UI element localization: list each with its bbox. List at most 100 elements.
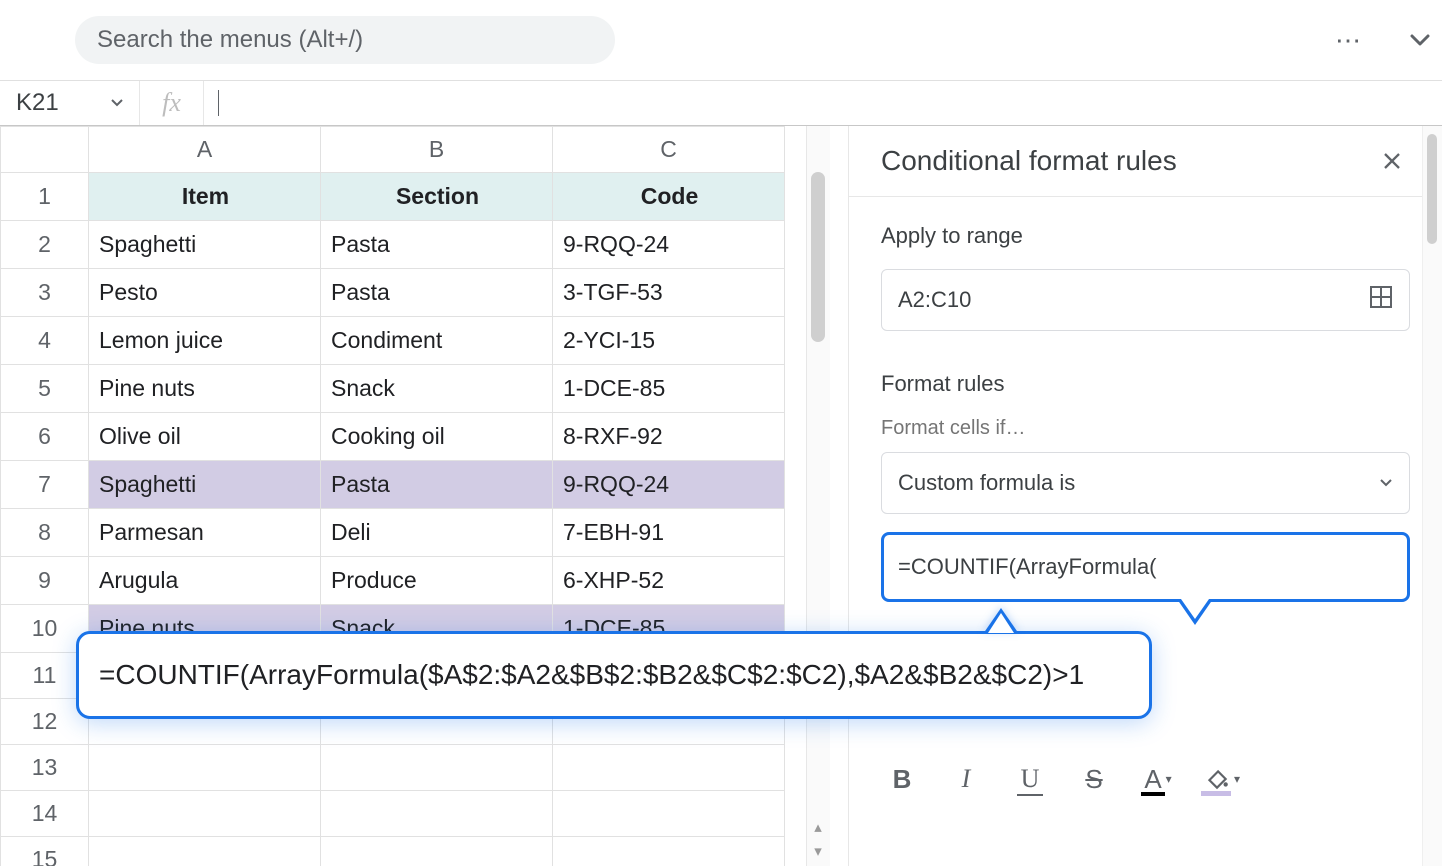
cell[interactable]: Deli (321, 509, 553, 557)
input-pointer (1177, 599, 1213, 625)
more-icon: ⋯ (1335, 25, 1361, 56)
condition-value: Custom formula is (898, 470, 1075, 496)
cell[interactable]: Snack (321, 365, 553, 413)
formula-full-text: =COUNTIF(ArrayFormula($A$2:$A2&$B$2:$B2&… (99, 659, 1084, 691)
apply-to-range-label: Apply to range (881, 223, 1410, 249)
row-header[interactable]: 13 (1, 745, 89, 791)
cell[interactable]: Pasta (321, 461, 553, 509)
cell[interactable] (321, 791, 553, 837)
table-row: 7SpaghettiPasta9-RQQ-24 (1, 461, 785, 509)
header-cell[interactable]: Item (89, 173, 321, 221)
scroll-down-icon[interactable]: ▾ (811, 842, 825, 860)
name-box-value: K21 (16, 89, 59, 117)
formatting-toolbar: B I U S A▾ ▾ (881, 752, 1410, 806)
cell[interactable]: Lemon juice (89, 317, 321, 365)
cell[interactable]: Pine nuts (89, 365, 321, 413)
text-color-button[interactable]: A▾ (1139, 760, 1177, 798)
fill-color-button[interactable]: ▾ (1203, 760, 1241, 798)
table-row: 4Lemon juiceCondiment2-YCI-15 (1, 317, 785, 365)
spreadsheet-grid[interactable]: ABC1ItemSectionCode2SpaghettiPasta9-RQQ-… (0, 126, 830, 866)
table-row: 8ParmesanDeli7-EBH-91 (1, 509, 785, 557)
cell[interactable] (89, 791, 321, 837)
row-header[interactable]: 5 (1, 365, 89, 413)
search-placeholder: Search the menus (Alt+/) (97, 26, 363, 54)
cell[interactable]: Spaghetti (89, 461, 321, 509)
conditional-format-sidebar: Conditional format rules Apply to range … (848, 126, 1442, 866)
cell[interactable] (89, 837, 321, 866)
cell[interactable]: Pasta (321, 269, 553, 317)
row-header[interactable]: 3 (1, 269, 89, 317)
cell[interactable]: Arugula (89, 557, 321, 605)
row-header[interactable]: 15 (1, 837, 89, 866)
condition-select[interactable]: Custom formula is (881, 452, 1410, 514)
cell[interactable]: Spaghetti (89, 221, 321, 269)
column-header[interactable]: A (89, 127, 321, 173)
table-row: 15 (1, 837, 785, 866)
close-sidebar-button[interactable] (1374, 143, 1410, 179)
italic-button[interactable]: I (947, 760, 985, 798)
row-header[interactable]: 7 (1, 461, 89, 509)
fx-label: fx (140, 81, 204, 125)
cell[interactable] (321, 745, 553, 791)
cell[interactable] (321, 837, 553, 866)
text-cursor (218, 90, 219, 116)
scroll-up-icon[interactable]: ▴ (811, 818, 825, 836)
sidebar-scrollbar[interactable] (1422, 126, 1442, 866)
cell[interactable]: 7-EBH-91 (553, 509, 785, 557)
format-cells-if-label: Format cells if… (881, 417, 1410, 440)
cell[interactable]: 9-RQQ-24 (553, 461, 785, 509)
more-menu-button[interactable]: ⋯ (1326, 18, 1370, 62)
scrollbar-thumb[interactable] (811, 172, 825, 342)
row-header[interactable]: 9 (1, 557, 89, 605)
cell[interactable]: 1-DCE-85 (553, 365, 785, 413)
cell[interactable]: Parmesan (89, 509, 321, 557)
header-cell[interactable]: Code (553, 173, 785, 221)
cell[interactable]: 3-TGF-53 (553, 269, 785, 317)
cell[interactable]: 6-XHP-52 (553, 557, 785, 605)
row-header[interactable]: 6 (1, 413, 89, 461)
row-header[interactable]: 1 (1, 173, 89, 221)
row-header[interactable]: 14 (1, 791, 89, 837)
cell[interactable]: Cooking oil (321, 413, 553, 461)
cell[interactable]: Pesto (89, 269, 321, 317)
cell[interactable]: Produce (321, 557, 553, 605)
cell[interactable]: Olive oil (89, 413, 321, 461)
underline-button[interactable]: U (1011, 760, 1049, 798)
cell[interactable]: 2-YCI-15 (553, 317, 785, 365)
formula-bar-input[interactable] (204, 81, 1442, 125)
cell[interactable]: Pasta (321, 221, 553, 269)
menu-toolbar: Search the menus (Alt+/) ⋯ (0, 0, 1442, 80)
custom-formula-input[interactable]: =COUNTIF(ArrayFormula( (881, 532, 1410, 602)
scrollbar-thumb[interactable] (1427, 134, 1437, 244)
bold-button[interactable]: B (883, 760, 921, 798)
row-header[interactable]: 4 (1, 317, 89, 365)
formula-tooltip: =COUNTIF(ArrayFormula($A$2:$A2&$B$2:$B2&… (76, 631, 1152, 719)
apply-to-range-input[interactable]: A2:C10 (881, 269, 1410, 331)
row-header[interactable]: 8 (1, 509, 89, 557)
cell[interactable] (553, 791, 785, 837)
select-all-cell[interactable] (1, 127, 89, 173)
cell[interactable] (553, 837, 785, 866)
strikethrough-button[interactable]: S (1075, 760, 1113, 798)
table-row: 13 (1, 745, 785, 791)
close-icon (1382, 151, 1402, 171)
cell[interactable]: Condiment (321, 317, 553, 365)
row-header[interactable]: 2 (1, 221, 89, 269)
sidebar-title: Conditional format rules (881, 145, 1177, 177)
cell[interactable] (89, 745, 321, 791)
column-header[interactable]: B (321, 127, 553, 173)
tooltip-tail (983, 608, 1019, 634)
column-header[interactable]: C (553, 127, 785, 173)
collapse-toolbar-button[interactable] (1398, 18, 1442, 62)
paint-bucket-icon (1204, 766, 1230, 792)
cell[interactable]: 9-RQQ-24 (553, 221, 785, 269)
name-box[interactable]: K21 (0, 81, 140, 125)
select-range-button[interactable] (1369, 285, 1393, 315)
table-row: 14 (1, 791, 785, 837)
header-cell[interactable]: Section (321, 173, 553, 221)
cell[interactable]: 8-RXF-92 (553, 413, 785, 461)
grid-icon (1369, 285, 1393, 309)
vertical-scrollbar[interactable]: ▴ ▾ (806, 126, 830, 866)
cell[interactable] (553, 745, 785, 791)
menu-search-input[interactable]: Search the menus (Alt+/) (75, 16, 615, 64)
